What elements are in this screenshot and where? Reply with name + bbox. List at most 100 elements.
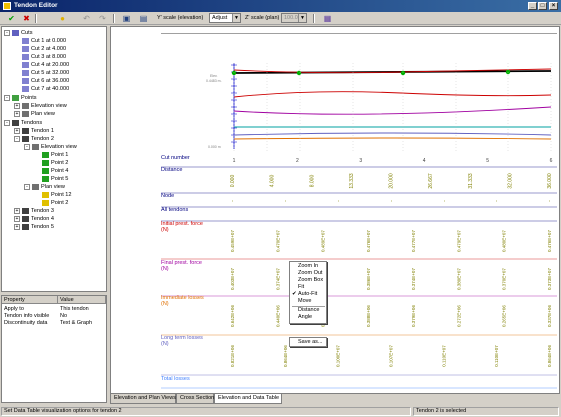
tab-elevation-data-table[interactable]: Elevation and Data Table <box>214 394 282 404</box>
tree-cut-item[interactable]: Cut 5 at 32.000 <box>22 69 69 77</box>
collapse-toggle[interactable]: - <box>4 95 10 101</box>
expand-toggle[interactable]: + <box>14 103 20 109</box>
tree-view[interactable]: - Cuts Cut 1 at 0.000 Cut 2 at 4.000 Cut… <box>1 26 107 292</box>
collapse-toggle[interactable]: - <box>14 136 20 142</box>
properties-grid[interactable]: Property Value Apply to This tendon Tend… <box>1 295 107 403</box>
tree-label: Cut 1 at 0.000 <box>31 38 67 44</box>
minimize-button[interactable]: _ <box>528 2 537 10</box>
menu-item-auto-fit[interactable]: Auto-Fit <box>298 291 317 298</box>
tree-tendon-1[interactable]: Tendon 1 <box>22 127 54 135</box>
menu-item-save-as[interactable]: Save as... <box>298 339 322 346</box>
tendon-profile-orange <box>233 137 552 140</box>
tendon-profile-purple <box>233 106 552 115</box>
tree-tendon-2[interactable]: Tendon 2 <box>22 135 54 143</box>
table-cell: 0.642E+06 <box>230 305 235 327</box>
z-scale-select[interactable]: 100.0 ▼ <box>281 13 307 23</box>
tree-points-elevation[interactable]: Elevation view <box>22 102 67 110</box>
tree-points[interactable]: Points <box>12 94 37 102</box>
tree-point-item[interactable]: Point 2 <box>42 199 68 207</box>
table-cell: 3 <box>359 158 362 164</box>
tree-label: Point 4 <box>51 168 69 174</box>
save-icon[interactable]: ▣ <box>121 13 132 24</box>
menu-item-zoom-in[interactable]: Zoom In <box>298 263 318 270</box>
table-cell: 4 <box>423 158 426 164</box>
tree-label: Cut 7 at 40.000 <box>31 86 70 92</box>
context-menu-tail[interactable]: Save as... <box>289 337 327 347</box>
tendon-point[interactable] <box>296 70 302 76</box>
point-icon <box>42 191 49 198</box>
tree-tendon-5[interactable]: Tendon 5 <box>22 223 54 231</box>
tree-cut-item[interactable]: Cut 4 at 20.000 <box>22 61 69 69</box>
tree-cut-item[interactable]: Cut 2 at 4.000 <box>22 45 66 53</box>
table-row-unit: (N) <box>161 341 169 347</box>
collapse-toggle[interactable]: - <box>4 120 10 126</box>
table-cell: 0.000 <box>230 175 236 188</box>
y-scale-select[interactable]: Adjust ▼ <box>209 13 241 23</box>
menu-item-distance[interactable]: Distance <box>298 307 319 314</box>
tree-cut-item[interactable]: Cut 7 at 40.000 <box>22 85 69 93</box>
tree-point-item[interactable]: Point 2 <box>42 159 68 167</box>
tree-t2-elevation[interactable]: Elevation view <box>32 143 77 151</box>
expand-toggle[interactable]: + <box>14 128 20 134</box>
tendon-editor-window: Tendon Editor _ □ × ✔ ✖ ● ↶ ↷ ▣ ▤ Y' sca… <box>0 0 561 417</box>
expand-toggle[interactable]: + <box>14 111 20 117</box>
toolbar-separator <box>313 14 315 23</box>
expand-toggle[interactable]: + <box>14 224 20 230</box>
menu-item-zoom-out[interactable]: Zoom Out <box>298 270 322 277</box>
table-icon[interactable]: ▤ <box>138 13 149 24</box>
tree-label: Tendon 3 <box>31 208 55 214</box>
table-row-unit: (N) <box>161 266 169 272</box>
tree-point-item[interactable]: Point 1 <box>42 151 68 159</box>
table-cell: 0.864E+06 <box>283 345 288 367</box>
tree-points-plan[interactable]: Plan view <box>22 110 55 118</box>
table-cell: - <box>441 200 447 202</box>
elevation-icon <box>22 102 29 109</box>
cut-icon <box>22 69 29 76</box>
check-icon[interactable]: ✔ <box>6 13 17 24</box>
menu-item-fit[interactable]: Fit <box>298 284 304 291</box>
tree-point-item[interactable]: Point 12 <box>42 191 72 199</box>
tree-cut-item[interactable]: Cut 6 at 36.000 <box>22 77 69 85</box>
cut-icon <box>22 53 29 60</box>
tree-point-item[interactable]: Point 5 <box>42 175 68 183</box>
tab-cross-section[interactable]: Cross Section <box>176 394 214 404</box>
options-icon[interactable]: ▦ <box>322 13 333 24</box>
tab-elevation-plan[interactable]: Elevation and Plan Views <box>110 394 176 404</box>
tree-tendon-4[interactable]: Tendon 4 <box>22 215 54 223</box>
tree-point-item[interactable]: Point 4 <box>42 167 68 175</box>
tree-tendons[interactable]: Tendons <box>12 119 42 127</box>
tree-tendon-3[interactable]: Tendon 3 <box>22 207 54 215</box>
expand-toggle[interactable]: + <box>14 216 20 222</box>
y-scale-value: Adjust <box>212 15 228 21</box>
x-icon[interactable]: ✖ <box>21 13 32 24</box>
menu-item-zoom-box[interactable]: Zoom Box <box>298 277 323 284</box>
cuts-icon <box>12 29 19 36</box>
context-menu[interactable]: Zoom In Zoom Out Zoom Box Fit ✔ Auto-Fit… <box>289 261 327 324</box>
bulb-icon[interactable]: ● <box>57 13 68 24</box>
tree-cut-item[interactable]: Cut 1 at 0.000 <box>22 37 66 45</box>
collapse-toggle[interactable]: - <box>4 30 10 36</box>
property-value[interactable]: This tendon <box>60 306 89 313</box>
expand-toggle[interactable]: + <box>14 208 20 214</box>
tree-label: Tendon 2 <box>31 136 55 142</box>
menu-item-angle[interactable]: Angle <box>298 314 312 321</box>
undo-icon[interactable]: ↶ <box>81 13 92 24</box>
collapse-toggle[interactable]: - <box>24 144 30 150</box>
tree-cuts[interactable]: Cuts <box>12 29 33 37</box>
maximize-button[interactable]: □ <box>538 2 547 10</box>
tree-cut-item[interactable]: Cut 3 at 8.000 <box>22 53 66 61</box>
table-cell: 0.864E+06 <box>547 345 552 367</box>
tree-label: Tendon 1 <box>31 128 55 134</box>
property-value[interactable]: No <box>60 313 67 320</box>
redo-icon[interactable]: ↷ <box>97 13 108 24</box>
status-message: Set Data Table visualization options for… <box>1 407 411 416</box>
table-cell: 0.403E+07 <box>230 268 235 290</box>
table-cell: 20.000 <box>389 173 395 189</box>
collapse-toggle[interactable]: - <box>24 184 30 190</box>
menu-item-move[interactable]: Move <box>298 298 311 305</box>
close-button[interactable]: × <box>549 2 558 10</box>
property-value[interactable]: Text & Graph <box>60 320 92 327</box>
tendon-icon <box>22 127 29 134</box>
tree-t2-plan[interactable]: Plan view <box>32 183 65 191</box>
elevation-data-table-view[interactable]: Elev. 0.4483 m. 0.000 m 1 2 3 4 5 6 0.000 4.000… <box>110 26 560 394</box>
